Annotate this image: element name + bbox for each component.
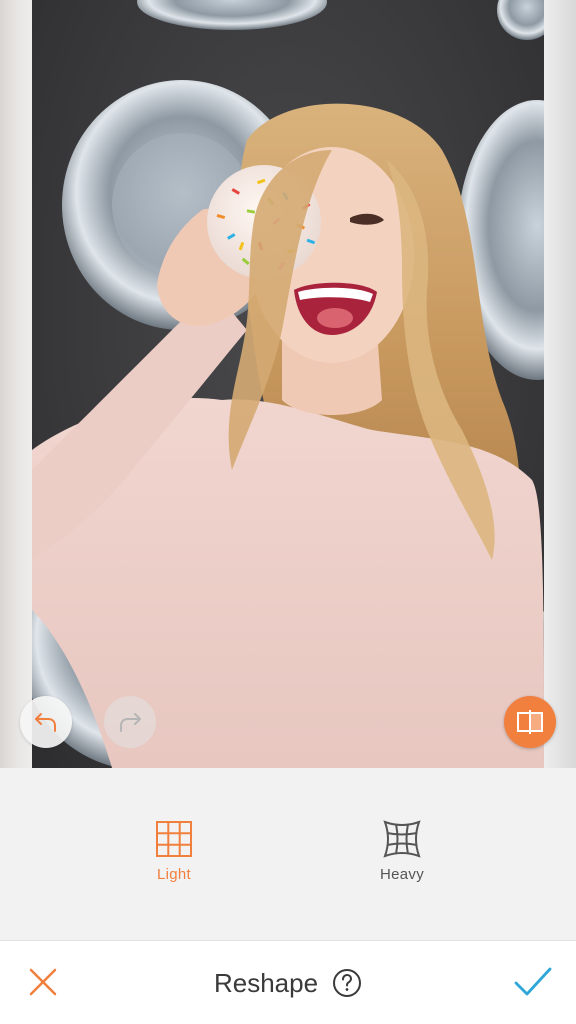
checkmark-icon [514,967,552,996]
confirm-button[interactable] [512,963,554,1001]
grid-warp-icon [383,820,421,858]
redo-button[interactable] [104,696,156,748]
page-title: Reshape [213,967,319,998]
question-circle-icon[interactable] [332,968,362,998]
mode-heavy-label: Heavy [379,866,425,883]
edited-photo[interactable] [32,0,544,768]
undo-arrow-icon [35,713,56,732]
photo-illustration [32,0,544,768]
mode-heavy[interactable]: Heavy [342,820,462,883]
undo-button[interactable] [20,696,72,748]
mode-light[interactable]: Light [114,820,234,883]
mode-light-label: Light [156,866,192,883]
bottom-toolbar: Reshape [0,940,576,1024]
redo-arrow-icon [120,713,141,732]
compare-button[interactable] [504,696,556,748]
reshape-mode-panel: Light Heavy [0,768,576,940]
photo-stage [0,0,576,768]
grid-light-icon [156,821,192,857]
title-group: Reshape [0,965,576,1001]
split-compare-icon [517,710,543,734]
